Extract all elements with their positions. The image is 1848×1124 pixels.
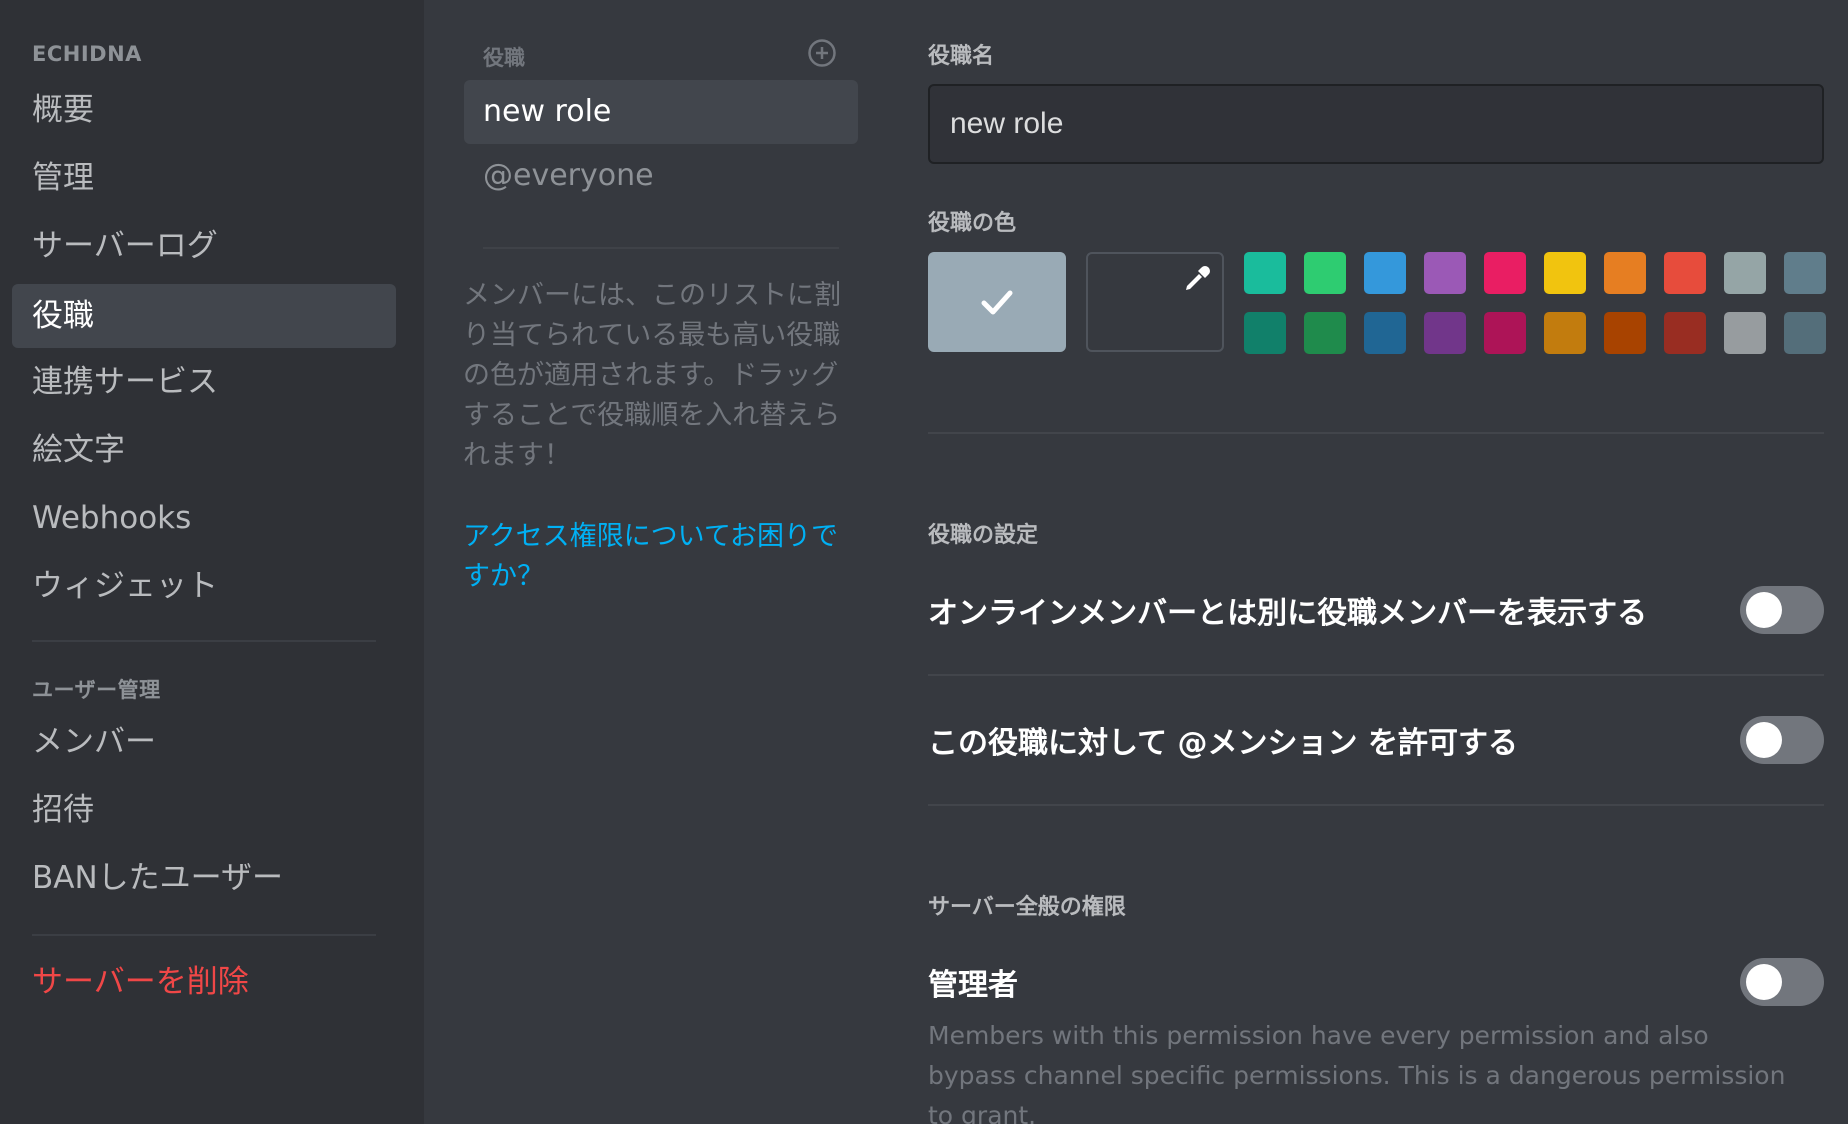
general-permissions-header: サーバー全般の権限 bbox=[928, 895, 1126, 920]
sidebar-item-overview[interactable]: 概要 bbox=[12, 78, 396, 142]
color-swatch[interactable] bbox=[1244, 252, 1286, 294]
sidebar-item-audit-log[interactable]: サーバーログ bbox=[12, 214, 396, 278]
display-separately-toggle[interactable] bbox=[1740, 586, 1824, 634]
color-swatch[interactable] bbox=[1724, 252, 1766, 294]
color-swatch[interactable] bbox=[1424, 312, 1466, 354]
sidebar-item-invites[interactable]: 招待 bbox=[12, 778, 396, 842]
color-swatch[interactable] bbox=[1784, 252, 1826, 294]
sidebar-divider bbox=[32, 640, 376, 642]
panel-divider bbox=[928, 804, 1824, 806]
eyedropper-icon bbox=[1186, 266, 1210, 290]
toggle-knob bbox=[1746, 722, 1782, 758]
default-color-swatch[interactable] bbox=[928, 252, 1066, 352]
color-swatch[interactable] bbox=[1364, 252, 1406, 294]
roles-info-text: メンバーには、このリストに割り当てられている最も高い役職の色が適用されます。ドラ… bbox=[463, 280, 841, 471]
roles-divider bbox=[483, 247, 839, 249]
administrator-toggle[interactable] bbox=[1740, 958, 1824, 1006]
plus-circle-icon[interactable] bbox=[807, 38, 837, 68]
sidebar-item-webhooks[interactable]: Webhooks bbox=[12, 486, 396, 550]
color-swatch[interactable] bbox=[1544, 312, 1586, 354]
custom-color-swatch[interactable] bbox=[1086, 252, 1224, 352]
sidebar-item-members[interactable]: メンバー bbox=[12, 710, 396, 774]
permissions-help-link[interactable]: アクセス権限についてお困りですか？ bbox=[463, 517, 863, 597]
panel-divider bbox=[928, 674, 1824, 676]
administrator-label: 管理者 bbox=[928, 968, 1018, 1003]
sidebar-divider bbox=[32, 934, 376, 936]
role-item-new-role[interactable]: new role bbox=[464, 80, 858, 144]
roles-header: 役職 bbox=[483, 46, 525, 70]
color-swatch[interactable] bbox=[1724, 312, 1766, 354]
color-swatch[interactable] bbox=[1604, 252, 1646, 294]
sidebar-item-bans[interactable]: BANしたユーザー bbox=[12, 846, 396, 910]
color-swatch[interactable] bbox=[1664, 252, 1706, 294]
sidebar-item-roles[interactable]: 役職 bbox=[12, 284, 396, 348]
color-swatch[interactable] bbox=[1484, 252, 1526, 294]
sidebar-item-integrations[interactable]: 連携サービス bbox=[12, 350, 396, 414]
checkmark-icon bbox=[981, 290, 1013, 315]
server-settings-window: ECHIDNA 概要 管理 サーバーログ 役職 連携サービス 絵文字 Webho… bbox=[0, 0, 1848, 1124]
user-management-header: ユーザー管理 bbox=[32, 678, 161, 702]
mentionable-label: この役職に対して @メンション を許可する bbox=[928, 726, 1518, 761]
server-name-header: ECHIDNA bbox=[32, 42, 142, 66]
settings-sidebar: ECHIDNA 概要 管理 サーバーログ 役職 連携サービス 絵文字 Webho… bbox=[0, 0, 424, 1124]
mentionable-toggle[interactable] bbox=[1740, 716, 1824, 764]
color-swatch[interactable] bbox=[1244, 312, 1286, 354]
color-swatch[interactable] bbox=[1484, 312, 1526, 354]
color-swatch[interactable] bbox=[1424, 252, 1466, 294]
administrator-description: Members with this permission have every … bbox=[928, 1021, 1786, 1124]
color-swatch[interactable] bbox=[1304, 312, 1346, 354]
color-swatch[interactable] bbox=[1364, 312, 1406, 354]
role-name-label: 役職名 bbox=[928, 44, 995, 69]
toggle-knob bbox=[1746, 592, 1782, 628]
role-name-input[interactable] bbox=[928, 84, 1824, 164]
color-swatch[interactable] bbox=[1664, 312, 1706, 354]
role-item-everyone[interactable]: @everyone bbox=[464, 144, 858, 208]
sidebar-item-emoji[interactable]: 絵文字 bbox=[12, 418, 396, 482]
color-swatch[interactable] bbox=[1784, 312, 1826, 354]
toggle-knob bbox=[1746, 964, 1782, 1000]
color-swatch[interactable] bbox=[1304, 252, 1346, 294]
role-settings-header: 役職の設定 bbox=[928, 523, 1039, 548]
sidebar-item-moderation[interactable]: 管理 bbox=[12, 146, 396, 210]
sidebar-item-widget[interactable]: ウィジェット bbox=[12, 554, 396, 618]
delete-server-button[interactable]: サーバーを削除 bbox=[12, 950, 396, 1014]
display-separately-label: オンラインメンバーとは別に役職メンバーを表示する bbox=[928, 596, 1648, 631]
panel-divider bbox=[928, 432, 1824, 434]
color-swatch[interactable] bbox=[1604, 312, 1646, 354]
color-swatch[interactable] bbox=[1544, 252, 1586, 294]
role-color-label: 役職の色 bbox=[928, 211, 1017, 236]
